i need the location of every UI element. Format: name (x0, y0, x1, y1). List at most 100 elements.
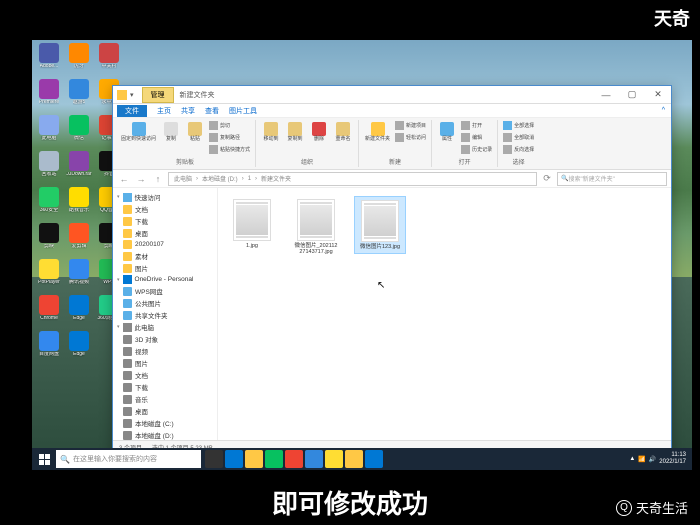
file-item[interactable]: 1.jpg (226, 196, 278, 252)
close-button[interactable]: ✕ (645, 87, 671, 103)
tray-icon[interactable]: 📶 (638, 456, 645, 463)
desktop-icon[interactable]: JJDown.rar (65, 151, 93, 185)
search-input[interactable]: 🔍 搜索"新建文件夹" (557, 172, 667, 186)
desktop-icon[interactable]: 虎牙 (65, 43, 93, 77)
tray-icon[interactable]: 🔊 (649, 456, 656, 463)
easyaccess-button[interactable]: 轻松访问 (394, 132, 427, 143)
sidebar-item[interactable]: 图片 (113, 357, 217, 369)
breadcrumb[interactable]: 此电脑› 本地磁盘 (D:)› 1› 新建文件夹 (168, 172, 537, 186)
titlebar[interactable]: ▾ 管理 新建文件夹 — ▢ ✕ (113, 86, 671, 104)
refresh-button[interactable]: ⟳ (540, 172, 554, 186)
properties-button[interactable]: 属性 (436, 120, 458, 145)
taskbar-app[interactable] (225, 450, 243, 468)
forward-button[interactable]: → (134, 172, 148, 186)
desktop-icon[interactable]: 遨游5 (65, 79, 93, 113)
sidebar-item[interactable]: 音乐 (113, 393, 217, 405)
history-button[interactable]: 历史记录 (460, 144, 493, 155)
moveto-button[interactable]: 移动到 (260, 120, 282, 145)
tray-icon[interactable]: ▲ (629, 456, 635, 462)
sidebar-item[interactable]: 视频 (113, 345, 217, 357)
sidebar-item[interactable]: 文档 (113, 203, 217, 215)
taskbar-app[interactable] (205, 450, 223, 468)
paste-button[interactable]: 粘贴 (184, 120, 206, 145)
desktop-icon[interactable]: 百度网盘 (35, 331, 63, 365)
sidebar-item[interactable]: 桌面 (113, 405, 217, 417)
breadcrumb-item[interactable]: 此电脑 (174, 174, 192, 183)
desktop-icon[interactable]: Chrome (35, 295, 63, 329)
sidebar-item[interactable]: 下载 (113, 215, 217, 227)
taskbar-app[interactable] (245, 450, 263, 468)
sidebar-group[interactable]: 此电脑 (113, 321, 217, 333)
sidebar-item[interactable]: WPS网盘 (113, 285, 217, 297)
newfolder-button[interactable]: 新建文件夹 (363, 120, 392, 145)
breadcrumb-item[interactable]: 新建文件夹 (261, 174, 291, 183)
up-button[interactable]: ↑ (151, 172, 165, 186)
desktop-icon[interactable]: 360安全 (35, 187, 63, 221)
desktop-icon[interactable]: 剪映 (35, 223, 63, 257)
start-button[interactable] (32, 448, 56, 470)
sidebar[interactable]: 快速访问文档下载桌面20200107素材图片OneDrive - Persona… (113, 188, 218, 440)
back-button[interactable]: ← (117, 172, 131, 186)
context-tab[interactable]: 管理 (142, 87, 174, 103)
desktop-icon[interactable]: 回收站 (35, 151, 63, 185)
taskbar-app[interactable] (325, 450, 343, 468)
breadcrumb-item[interactable]: 本地磁盘 (D:) (202, 174, 238, 183)
desktop-icon[interactable]: 此电脑 (35, 115, 63, 149)
desktop[interactable]: Adobe...虎牙中关村Premiere遨游5永中集此电脑微信记事本回收站JJ… (32, 40, 692, 470)
newitem-button[interactable]: 新建项目 (394, 120, 427, 131)
qat-icon[interactable]: ▾ (130, 91, 134, 99)
desktop-icon[interactable]: 中关村 (95, 43, 123, 77)
sidebar-group[interactable]: 快速访问 (113, 191, 217, 203)
desktop-icon[interactable]: 腾讯视频 (65, 259, 93, 293)
open-button[interactable]: 打开 (460, 120, 493, 131)
sidebar-item[interactable]: 桌面 (113, 227, 217, 239)
pin-button[interactable]: 固定到快速访问 (119, 120, 158, 145)
desktop-icon[interactable]: Edge (65, 331, 93, 365)
taskbar-app[interactable] (285, 450, 303, 468)
file-item[interactable]: 微信图片_20211227143717.jpg (290, 196, 342, 258)
minimize-button[interactable]: — (593, 87, 619, 103)
copypath-button[interactable]: 复制路径 (208, 132, 251, 143)
desktop-icon[interactable]: Adobe... (35, 43, 63, 77)
sidebar-item[interactable]: 3D 对象 (113, 333, 217, 345)
menu-pictools[interactable]: 图片工具 (229, 106, 257, 116)
invert-button[interactable]: 反向选择 (502, 144, 535, 155)
ribbon-collapse-icon[interactable]: ^ (662, 107, 665, 114)
menu-share[interactable]: 共享 (181, 106, 195, 116)
file-item[interactable]: 微信图片123.jpg (354, 196, 406, 254)
sidebar-item[interactable]: 文档 (113, 369, 217, 381)
delete-button[interactable]: 删除 (308, 120, 330, 145)
desktop-icon[interactable]: 酷我音乐 (65, 187, 93, 221)
taskbar-app[interactable] (305, 450, 323, 468)
sidebar-item[interactable]: 素材 (113, 250, 217, 262)
rename-button[interactable]: 重命名 (332, 120, 354, 145)
clock[interactable]: 11:132022/1/17 (659, 452, 686, 465)
taskbar[interactable]: 🔍在这里输入你要搜索的内容 ▲ 📶 🔊 11:132022/1/17 (32, 448, 692, 470)
sidebar-item[interactable]: 20200107 (113, 239, 217, 250)
sidebar-group[interactable]: OneDrive - Personal (113, 274, 217, 285)
desktop-icon[interactable]: 爱剪辑 (65, 223, 93, 257)
copyto-button[interactable]: 复制到 (284, 120, 306, 145)
selectall-button[interactable]: 全部选择 (502, 120, 535, 131)
desktop-icon[interactable]: 微信 (65, 115, 93, 149)
menu-view[interactable]: 查看 (205, 106, 219, 116)
cut-button[interactable]: 剪切 (208, 120, 251, 131)
menu-file[interactable]: 文件 (117, 105, 147, 117)
desktop-icon[interactable]: PotPlayer (35, 259, 63, 293)
file-list[interactable]: 1.jpg微信图片_20211227143717.jpg微信图片123.jpg (218, 188, 671, 440)
selectnone-button[interactable]: 全部取消 (502, 132, 535, 143)
edit-button[interactable]: 编辑 (460, 132, 493, 143)
taskbar-app[interactable] (365, 450, 383, 468)
copy-button[interactable]: 复制 (160, 120, 182, 145)
shortcut-button[interactable]: 粘贴快捷方式 (208, 144, 251, 155)
sidebar-item[interactable]: 本地磁盘 (D:) (113, 429, 217, 440)
maximize-button[interactable]: ▢ (619, 87, 645, 103)
taskbar-app[interactable] (265, 450, 283, 468)
menu-home[interactable]: 主页 (157, 106, 171, 116)
breadcrumb-item[interactable]: 1 (248, 176, 251, 182)
taskbar-app[interactable] (345, 450, 363, 468)
sidebar-item[interactable]: 本地磁盘 (C:) (113, 417, 217, 429)
sidebar-item[interactable]: 共享文件夹 (113, 309, 217, 321)
sidebar-item[interactable]: 下载 (113, 381, 217, 393)
sidebar-item[interactable]: 公共图片 (113, 297, 217, 309)
